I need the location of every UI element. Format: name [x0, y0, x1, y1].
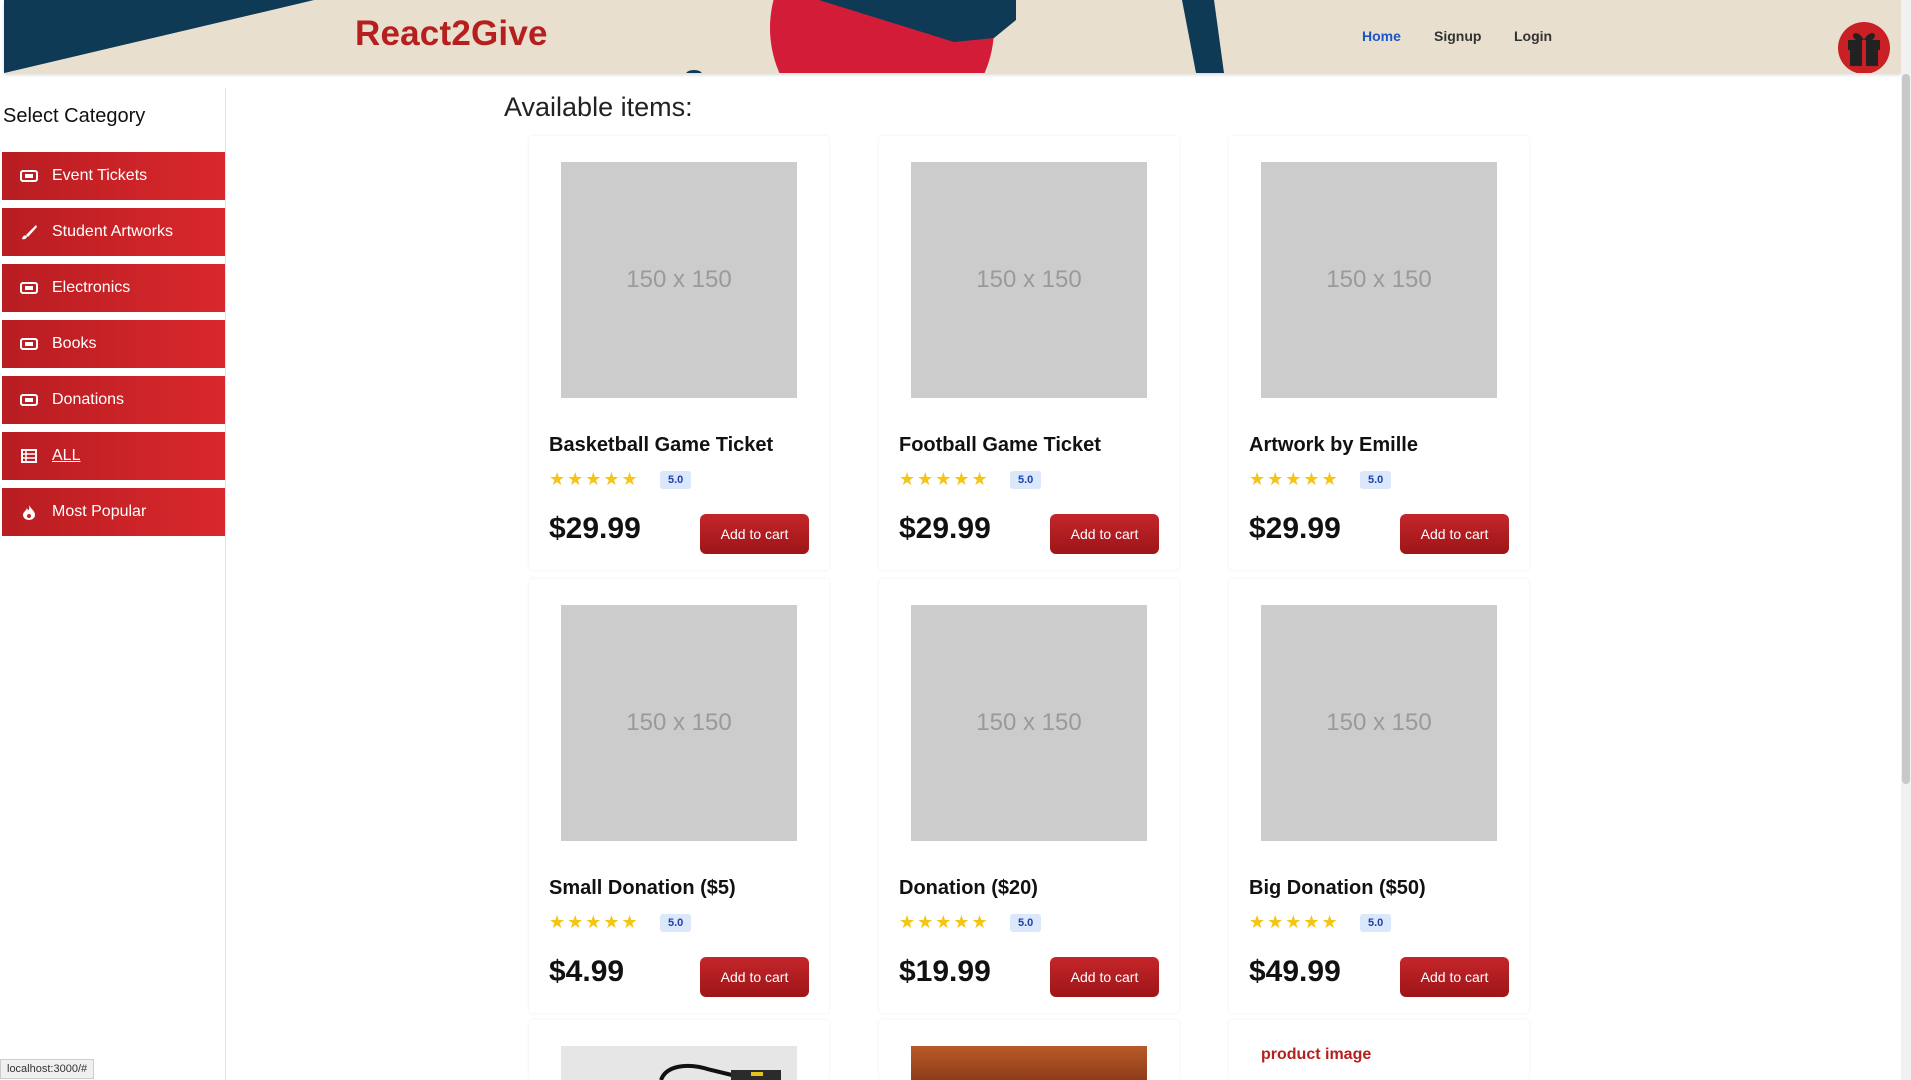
broken-image-icon[interactable]: product image — [1261, 1046, 1371, 1064]
product-price: $19.99 — [899, 955, 991, 988]
product-name[interactable]: Football Game Ticket — [899, 434, 1101, 457]
star-rating-icon: ★★★★★ — [549, 912, 640, 932]
rating-badge: 5.0 — [1010, 471, 1042, 489]
sidebar-item-label: Electronics — [52, 279, 131, 296]
product-price: $29.99 — [549, 512, 641, 545]
paintbrush-icon — [18, 224, 40, 240]
product-name[interactable]: Big Donation ($50) — [1249, 877, 1426, 900]
nav-signup[interactable]: Signup — [1434, 28, 1481, 44]
ticket-icon — [18, 394, 40, 406]
rating-badge: 5.0 — [660, 914, 692, 932]
product-name[interactable]: Artwork by Emille — [1249, 434, 1418, 457]
sidebar-item-label: Most Popular — [52, 503, 147, 520]
add-to-cart-button[interactable]: Add to cart — [700, 514, 809, 554]
brand-logo[interactable]: React2Give — [355, 14, 548, 54]
add-to-cart-button[interactable]: Add to cart — [1400, 514, 1509, 554]
ticket-icon — [18, 170, 40, 182]
product-price: $29.99 — [1249, 512, 1341, 545]
browser-status-url: localhost:3000/# — [0, 1059, 95, 1079]
ticket-icon — [18, 282, 40, 294]
ticket-icon — [18, 338, 40, 350]
sidebar-item-label: Event Tickets — [52, 167, 148, 184]
table-icon — [18, 449, 40, 463]
product-image-placeholder[interactable]: 150 x 150 — [561, 605, 797, 841]
product-name[interactable]: Small Donation ($5) — [549, 877, 736, 900]
rating-badge: 5.0 — [660, 471, 692, 489]
product-image-placeholder[interactable]: 150 x 150 — [911, 605, 1147, 841]
star-rating-icon: ★★★★★ — [549, 469, 640, 489]
product-card — [879, 1020, 1179, 1080]
product-image-placeholder[interactable]: 150 x 150 — [911, 162, 1147, 398]
sidebar-item-label: Student Artworks — [52, 223, 173, 240]
rating-badge: 5.0 — [1010, 914, 1042, 932]
product-card: 150 x 150 Football Game Ticket ★★★★★ 5.0… — [879, 136, 1179, 570]
product-image-placeholder[interactable]: 150 x 150 — [1261, 162, 1497, 398]
sidebar-item-label: Donations — [52, 391, 125, 408]
product-name[interactable]: Basketball Game Ticket — [549, 434, 773, 457]
rating-badge: 5.0 — [1360, 471, 1392, 489]
star-rating-icon: ★★★★★ — [899, 912, 990, 932]
add-to-cart-button[interactable]: Add to cart — [700, 957, 809, 997]
star-rating-icon: ★★★★★ — [899, 469, 990, 489]
fire-icon — [18, 504, 40, 520]
sidebar-item-label: Books — [52, 335, 97, 352]
scrollbar-thumb[interactable] — [1902, 74, 1910, 784]
product-image[interactable] — [911, 1046, 1147, 1080]
sidebar-item-event-tickets[interactable]: Event Tickets — [2, 152, 225, 200]
add-to-cart-button[interactable]: Add to cart — [1400, 957, 1509, 997]
product-card: product image — [1229, 1020, 1529, 1080]
top-header: React2Give Home Signup Login — [4, 0, 1901, 73]
sidebar-item-books[interactable]: Books — [2, 320, 225, 368]
add-to-cart-button[interactable]: Add to cart — [1050, 514, 1159, 554]
product-card: 150 x 150 Basketball Game Ticket ★★★★★ 5… — [529, 136, 829, 570]
product-image-placeholder[interactable]: 150 x 150 — [1261, 605, 1497, 841]
product-name[interactable]: Donation ($20) — [899, 877, 1038, 900]
product-card — [529, 1020, 829, 1080]
rating-badge: 5.0 — [1360, 914, 1392, 932]
product-card: 150 x 150 Big Donation ($50) ★★★★★ 5.0 $… — [1229, 579, 1529, 1013]
gift-icon[interactable] — [1838, 22, 1890, 73]
star-rating-icon: ★★★★★ — [1249, 469, 1340, 489]
nav-login[interactable]: Login — [1514, 28, 1552, 44]
product-card: 150 x 150 Donation ($20) ★★★★★ 5.0 $19.9… — [879, 579, 1179, 1013]
header-banner-graphic — [4, 0, 1224, 73]
product-image-placeholder[interactable]: 150 x 150 — [561, 162, 797, 398]
product-card: 150 x 150 Small Donation ($5) ★★★★★ 5.0 … — [529, 579, 829, 1013]
sidebar-item-electronics[interactable]: Electronics — [2, 264, 225, 312]
sidebar-item-label: ALL — [52, 447, 81, 464]
product-price: $49.99 — [1249, 955, 1341, 988]
sidebar-item-donations[interactable]: Donations — [2, 376, 225, 424]
sidebar-item-all[interactable]: ALL — [2, 432, 225, 480]
product-card: 150 x 150 Artwork by Emille ★★★★★ 5.0 $2… — [1229, 136, 1529, 570]
star-rating-icon: ★★★★★ — [1249, 912, 1340, 932]
sidebar-item-most-popular[interactable]: Most Popular — [2, 488, 225, 536]
sidebar-title: Select Category — [3, 105, 146, 127]
sidebar-item-student-artworks[interactable]: Student Artworks — [2, 208, 225, 256]
nav-home[interactable]: Home — [1362, 28, 1401, 44]
page-title: Available items: — [504, 92, 693, 122]
category-sidebar: Select Category Event Tickets Student Ar… — [0, 88, 226, 1080]
add-to-cart-button[interactable]: Add to cart — [1050, 957, 1159, 997]
page-scrollbar[interactable] — [1901, 0, 1911, 1080]
product-price: $29.99 — [899, 512, 991, 545]
product-image[interactable] — [561, 1046, 797, 1080]
product-price: $4.99 — [549, 955, 625, 988]
